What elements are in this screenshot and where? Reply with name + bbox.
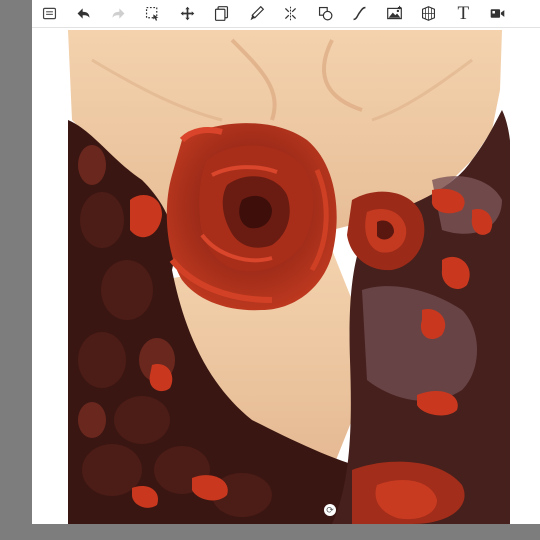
symmetry-icon <box>285 6 297 21</box>
image-icon <box>386 5 402 20</box>
video-button[interactable] <box>481 0 516 28</box>
layers-button[interactable] <box>205 0 240 28</box>
menu-button[interactable] <box>32 0 67 28</box>
selection-icon <box>146 6 159 21</box>
video-icon <box>490 9 505 18</box>
undo-button[interactable] <box>67 0 102 28</box>
curve-ruler-icon <box>353 6 366 21</box>
menu-icon <box>42 7 56 20</box>
text-icon: T <box>457 3 470 24</box>
shapes-icon <box>318 6 333 21</box>
brush-icon <box>250 5 264 21</box>
symmetry-button[interactable] <box>274 0 309 28</box>
artwork-rose-painting <box>32 0 540 524</box>
image-button[interactable] <box>377 0 412 28</box>
undo-icon <box>77 8 90 19</box>
drawing-canvas[interactable]: ⟳ <box>32 0 540 524</box>
layers-icon <box>215 6 229 21</box>
perspective-icon <box>422 6 436 21</box>
curve-ruler-button[interactable] <box>343 0 378 28</box>
rotate-handle-icon[interactable]: ⟳ <box>324 504 336 516</box>
redo-button[interactable] <box>101 0 136 28</box>
redo-icon <box>112 8 125 19</box>
brush-button[interactable] <box>239 0 274 28</box>
move-icon <box>180 6 195 21</box>
shapes-button[interactable] <box>308 0 343 28</box>
toolbar: T <box>32 0 540 28</box>
text-button[interactable]: T <box>446 0 481 28</box>
selection-button[interactable] <box>136 0 171 28</box>
move-button[interactable] <box>170 0 205 28</box>
perspective-button[interactable] <box>412 0 447 28</box>
